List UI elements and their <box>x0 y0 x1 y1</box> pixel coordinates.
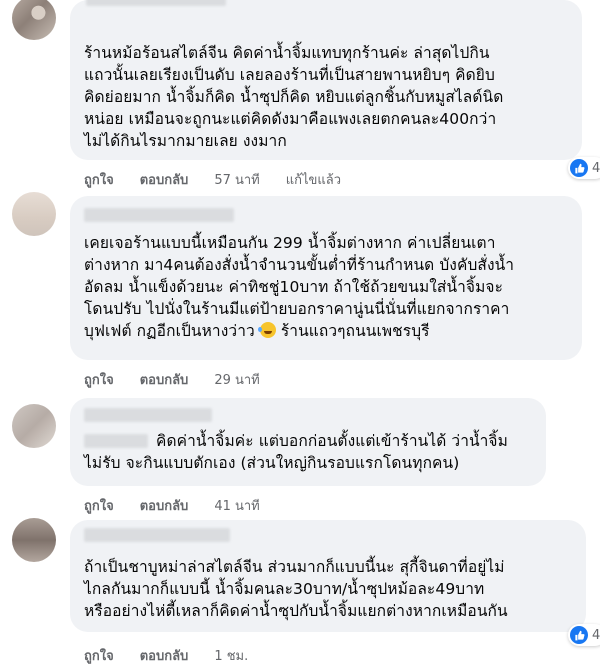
like-reaction-icon <box>570 626 588 644</box>
comment-text: เคยเจอร้านแบบนี้เหมือนกัน 299 น้ำจิ้มต่า… <box>84 232 568 342</box>
comment-bubble: คิดค่าน้ำจิ้มค่ะ แต่บอกก่อนตั้งแต่เข้าร้… <box>70 398 546 486</box>
comment-actions: ถูกใจ ตอบกลับ 41 นาที <box>84 496 260 514</box>
comment-actions: ถูกใจ ตอบกลับ 57 นาที แก้ไขแล้ว <box>84 170 341 188</box>
timestamp[interactable]: 29 นาที <box>214 369 259 390</box>
comment-text-rest: ไม่รับ จะกินแบบตักเอง (ส่วนใหญ่กินรอบแรก… <box>84 454 460 472</box>
reply-button[interactable]: ตอบกลับ <box>140 495 189 516</box>
comment-bubble: เคยเจอร้านแบบนี้เหมือนกัน 299 น้ำจิ้มต่า… <box>70 196 582 360</box>
blurred-author-name <box>84 408 212 422</box>
like-reaction-icon <box>570 159 588 177</box>
avatar[interactable] <box>12 404 56 448</box>
blurred-author-name <box>84 528 230 542</box>
timestamp[interactable]: 1 ชม. <box>214 645 248 666</box>
like-button[interactable]: ถูกใจ <box>84 369 114 390</box>
comment-bubble: ถ้าเป็นชาบูหม่าล่าสไตล์จีน ส่วนมากก็แบบน… <box>70 520 586 632</box>
like-button[interactable]: ถูกใจ <box>84 169 114 190</box>
comment-actions: ถูกใจ ตอบกลับ 1 ชม. <box>84 646 248 664</box>
comment-actions: ถูกใจ ตอบกลับ 29 นาที <box>84 370 260 388</box>
avatar[interactable] <box>12 0 56 40</box>
reply-button[interactable]: ตอบกลับ <box>140 169 189 190</box>
reply-button[interactable]: ตอบกลับ <box>140 369 189 390</box>
blurred-author-name <box>84 208 234 222</box>
timestamp[interactable]: 57 นาที <box>214 169 259 190</box>
reaction-count[interactable]: 4 <box>568 157 600 179</box>
like-button[interactable]: ถูกใจ <box>84 495 114 516</box>
comment-text: ร้านหม้อร้อนสไตล์จีน คิดค่าน้ำจิ้มแทบทุก… <box>84 44 504 150</box>
like-button[interactable]: ถูกใจ <box>84 645 114 666</box>
rofl-emoji-icon <box>257 322 276 338</box>
avatar[interactable] <box>12 192 56 236</box>
comment-text: ถ้าเป็นชาบูหม่าล่าสไตล์จีน ส่วนมากก็แบบน… <box>84 558 508 620</box>
blurred-mention <box>84 434 148 448</box>
reaction-count-label: 4 <box>592 627 600 643</box>
comment-bubble: ร้านหม้อร้อนสไตล์จีน คิดค่าน้ำจิ้มแทบทุก… <box>70 0 582 160</box>
reaction-count-label: 4 <box>592 160 600 176</box>
reply-button[interactable]: ตอบกลับ <box>140 645 189 666</box>
timestamp[interactable]: 41 นาที <box>214 495 259 516</box>
comment-text-tail: ร้านแถวๆถนนเพชรบุรี <box>280 322 430 340</box>
avatar[interactable] <box>12 518 56 562</box>
comment-text: คิดค่าน้ำจิ้มค่ะ แต่บอกก่อนตั้งแต่เข้าร้… <box>84 430 532 474</box>
comment-text-line1: คิดค่าน้ำจิ้มค่ะ แต่บอกก่อนตั้งแต่เข้าร้… <box>156 432 508 450</box>
blurred-author-name <box>86 0 226 6</box>
reaction-count[interactable]: 4 <box>568 624 600 646</box>
edited-label: แก้ไขแล้ว <box>285 172 342 188</box>
